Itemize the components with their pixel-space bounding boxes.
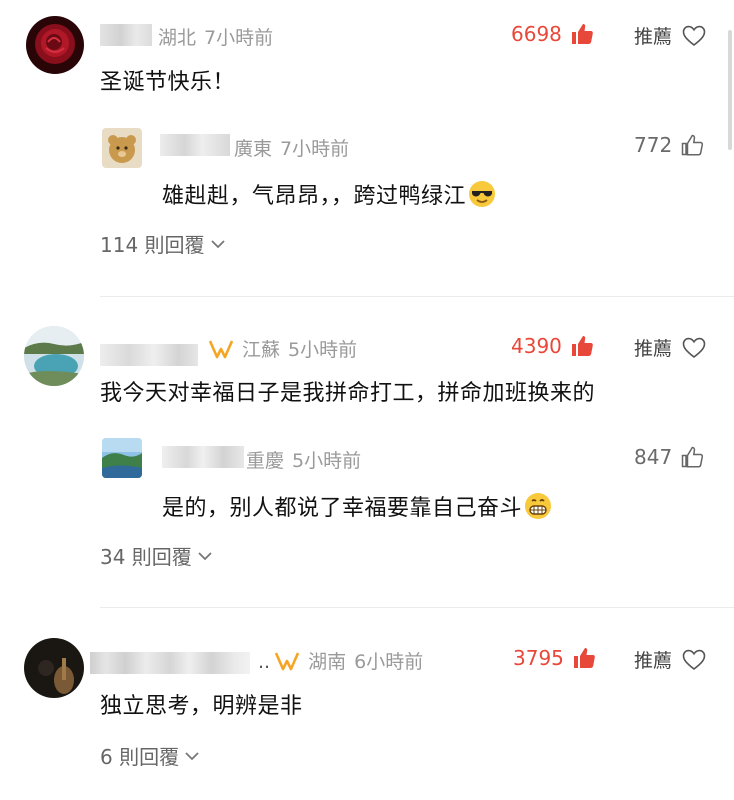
like-button[interactable]: 4390 <box>511 334 594 358</box>
comment-meta: 江蘇 5小時前 <box>208 335 357 362</box>
timestamp: 5小時前 <box>292 450 362 472</box>
like-count: 6698 <box>511 22 562 46</box>
location: 湖南 <box>308 651 347 673</box>
reply-count: 6 則回覆 <box>100 745 180 769</box>
comment-text: 圣诞节快乐！ <box>100 70 236 95</box>
reply-meta: 廣東 7小時前 <box>234 134 349 161</box>
recommend-button[interactable]: 推薦 <box>634 646 706 673</box>
reply-text: 雄赳赳，气昂昂，，跨过鸭绿江 <box>162 178 496 210</box>
avatar[interactable] <box>24 638 84 698</box>
thumbs-up-outline-icon <box>681 134 704 156</box>
reply-count: 34 則回覆 <box>100 545 192 569</box>
thumbs-up-filled-icon <box>573 648 595 668</box>
like-count: 4390 <box>511 334 562 358</box>
timestamp: 5小時前 <box>288 339 358 361</box>
username-blurred[interactable] <box>100 344 198 366</box>
heart-outline-icon <box>682 649 706 670</box>
reply-like-button[interactable]: 847 <box>634 445 704 469</box>
vip-badge-icon <box>208 340 234 359</box>
comment-text: 我今天对幸福日子是我拼命打工，拼命加班换来的 <box>100 381 596 406</box>
vip-badge-icon <box>274 652 300 671</box>
comment-meta: 湖北 7小時前 <box>158 23 273 50</box>
chevron-down-icon <box>210 239 225 248</box>
timestamp: 7小時前 <box>204 27 274 49</box>
timestamp: 7小時前 <box>280 138 350 160</box>
location: 湖北 <box>158 27 197 49</box>
chevron-down-icon <box>185 751 199 760</box>
recommend-label: 推薦 <box>634 26 673 48</box>
like-button[interactable]: 6698 <box>511 22 594 46</box>
like-button[interactable]: 3795 <box>513 646 596 670</box>
reply-text: 是的，别人都说了幸福要靠自己奋斗 <box>162 490 552 522</box>
divider <box>100 607 734 608</box>
like-count: 847 <box>634 445 673 469</box>
grin-emoji-icon <box>525 493 552 519</box>
reply-count: 114 則回覆 <box>100 233 205 257</box>
avatar[interactable] <box>26 16 84 74</box>
sunglasses-emoji-icon <box>469 181 496 207</box>
name-suffix: .. <box>258 651 271 673</box>
view-replies-button[interactable]: 34 則回覆 <box>100 541 212 570</box>
view-replies-button[interactable]: 6 則回覆 <box>100 741 199 770</box>
username-blurred[interactable] <box>90 652 250 674</box>
location: 廣東 <box>234 138 273 160</box>
recommend-label: 推薦 <box>634 338 673 360</box>
comment-meta: .. 湖南 6小時前 <box>258 647 423 674</box>
heart-outline-icon <box>682 337 706 358</box>
reply-avatar[interactable] <box>102 438 142 478</box>
reply-meta: 重慶 5小時前 <box>246 446 361 473</box>
recommend-label: 推薦 <box>634 650 673 672</box>
view-replies-button[interactable]: 114 則回覆 <box>100 229 225 258</box>
thumbs-up-outline-icon <box>681 446 704 468</box>
reply-like-button[interactable]: 772 <box>634 133 704 157</box>
timestamp: 6小時前 <box>354 651 424 673</box>
chevron-down-icon <box>198 551 212 560</box>
reply-username-blurred[interactable] <box>162 446 244 468</box>
comment-text: 独立思考，明辨是非 <box>100 694 303 719</box>
reply-username-blurred[interactable] <box>160 134 230 156</box>
recommend-button[interactable]: 推薦 <box>634 22 706 49</box>
divider <box>100 296 734 297</box>
username-blurred[interactable] <box>100 24 152 46</box>
avatar[interactable] <box>24 326 84 386</box>
thumbs-up-filled-icon <box>571 24 593 44</box>
like-count: 772 <box>634 133 673 157</box>
reply-avatar[interactable] <box>102 128 142 168</box>
location: 江蘇 <box>242 339 281 361</box>
scrollbar[interactable] <box>728 30 732 150</box>
location: 重慶 <box>246 450 285 472</box>
thumbs-up-filled-icon <box>571 336 593 356</box>
heart-outline-icon <box>682 25 706 46</box>
recommend-button[interactable]: 推薦 <box>634 334 706 361</box>
like-count: 3795 <box>513 646 564 670</box>
